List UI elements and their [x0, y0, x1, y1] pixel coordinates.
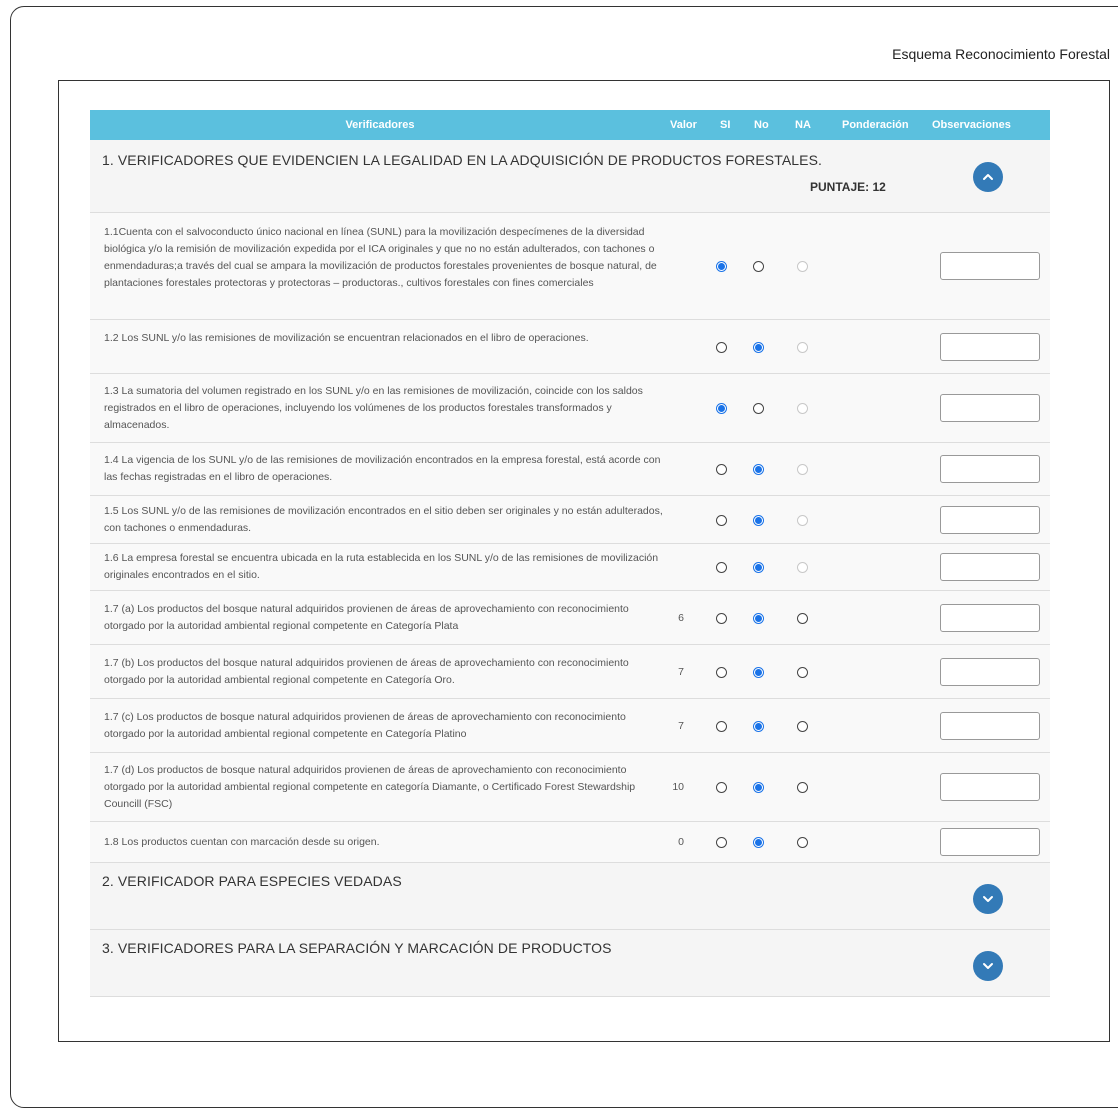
section-3-expand-button[interactable]	[973, 951, 1003, 981]
observaciones-input[interactable]	[940, 828, 1040, 856]
verificador-text: 1.5 Los SUNL y/o de las remisiones de mo…	[104, 505, 663, 534]
chevron-down-icon	[983, 963, 993, 969]
radio-no[interactable]	[753, 782, 764, 793]
observaciones-input[interactable]	[940, 712, 1040, 740]
verificadores-table: Verificadores Valor SI No NA Ponderación…	[90, 110, 1050, 997]
radio-na[interactable]	[797, 782, 808, 793]
section-2-header: 2. VERIFICADOR PARA ESPECIES VEDADAS	[90, 863, 1050, 930]
radio-no[interactable]	[753, 342, 764, 353]
radio-na[interactable]	[797, 261, 808, 272]
radio-no[interactable]	[753, 515, 764, 526]
section-1-collapse-button[interactable]	[973, 162, 1003, 192]
section-1-rows: 1.1Cuenta con el salvoconducto único nac…	[90, 213, 1050, 863]
table-row: 1.6 La empresa forestal se encuentra ubi…	[90, 544, 1050, 591]
table-row: 1.7 (c) Los productos de bosque natural …	[90, 699, 1050, 753]
chevron-down-icon	[983, 896, 993, 902]
verificador-text: 1.7 (b) Los productos del bosque natural…	[104, 657, 629, 686]
table-row: 1.8 Los productos cuentan con marcación …	[90, 822, 1050, 863]
header-si: SI	[720, 119, 731, 131]
observaciones-input[interactable]	[940, 604, 1040, 632]
radio-na[interactable]	[797, 837, 808, 848]
observaciones-input[interactable]	[940, 455, 1040, 483]
observaciones-input[interactable]	[940, 252, 1040, 280]
radio-na[interactable]	[797, 515, 808, 526]
table-row: 1.4 La vigencia de los SUNL y/o de las r…	[90, 443, 1050, 496]
radio-no[interactable]	[753, 667, 764, 678]
header-valor: Valor	[670, 119, 697, 131]
radio-si[interactable]	[716, 342, 727, 353]
table-row: 1.3 La sumatoria del volumen registrado …	[90, 374, 1050, 443]
table-row: 1.1Cuenta con el salvoconducto único nac…	[90, 213, 1050, 320]
observaciones-input[interactable]	[940, 394, 1040, 422]
radio-si[interactable]	[716, 667, 727, 678]
verificador-text: 1.4 La vigencia de los SUNL y/o de las r…	[104, 454, 661, 483]
radio-si[interactable]	[716, 403, 727, 414]
radio-no[interactable]	[753, 613, 764, 624]
radio-no[interactable]	[753, 464, 764, 475]
verificador-text: 1.7 (a) Los productos del bosque natural…	[104, 603, 629, 632]
section-2-expand-button[interactable]	[973, 884, 1003, 914]
valor-cell: 7	[678, 666, 684, 678]
radio-no[interactable]	[753, 837, 764, 848]
header-ponderacion: Ponderación	[842, 119, 909, 131]
table-row: 1.7 (d) Los productos de bosque natural …	[90, 753, 1050, 822]
page-heading: Esquema Reconocimiento Forestal	[892, 46, 1110, 62]
verificador-text: 1.6 La empresa forestal se encuentra ubi…	[104, 552, 659, 581]
radio-na[interactable]	[797, 403, 808, 414]
radio-no[interactable]	[753, 403, 764, 414]
section-3-header: 3. VERIFICADORES PARA LA SEPARACIÓN Y MA…	[90, 930, 1050, 997]
table-row: 1.7 (a) Los productos del bosque natural…	[90, 591, 1050, 645]
section-1-score: PUNTAJE: 12	[810, 180, 886, 194]
verificador-text: 1.7 (c) Los productos de bosque natural …	[104, 711, 626, 740]
verificador-text: 1.8 Los productos cuentan con marcación …	[104, 836, 380, 848]
table-header: Verificadores Valor SI No NA Ponderación…	[90, 110, 1050, 140]
radio-si[interactable]	[716, 515, 727, 526]
observaciones-input[interactable]	[940, 658, 1040, 686]
radio-si[interactable]	[716, 613, 727, 624]
valor-cell: 0	[678, 836, 684, 848]
verificador-text: 1.1Cuenta con el salvoconducto único nac…	[104, 226, 657, 289]
radio-na[interactable]	[797, 667, 808, 678]
radio-no[interactable]	[753, 562, 764, 573]
radio-si[interactable]	[716, 782, 727, 793]
table-row: 1.5 Los SUNL y/o de las remisiones de mo…	[90, 496, 1050, 544]
header-observaciones: Observaciones	[932, 119, 1011, 131]
table-row: 1.7 (b) Los productos del bosque natural…	[90, 645, 1050, 699]
chevron-up-icon	[983, 174, 993, 180]
verificador-text: 1.3 La sumatoria del volumen registrado …	[104, 385, 643, 431]
radio-no[interactable]	[753, 261, 764, 272]
radio-si[interactable]	[716, 721, 727, 732]
radio-na[interactable]	[797, 613, 808, 624]
section-2-title: 2. VERIFICADOR PARA ESPECIES VEDADAS	[102, 873, 402, 889]
section-1-title: 1. VERIFICADORES QUE EVIDENCIEN LA LEGAL…	[102, 152, 823, 168]
radio-na[interactable]	[797, 464, 808, 475]
radio-si[interactable]	[716, 464, 727, 475]
radio-na[interactable]	[797, 562, 808, 573]
verificador-text: 1.7 (d) Los productos de bosque natural …	[104, 764, 636, 810]
verificador-text: 1.2 Los SUNL y/o las remisiones de movil…	[104, 332, 589, 344]
observaciones-input[interactable]	[940, 553, 1040, 581]
section-1-header: 1. VERIFICADORES QUE EVIDENCIEN LA LEGAL…	[90, 140, 1050, 213]
valor-cell: 10	[672, 781, 684, 793]
header-na: NA	[795, 119, 811, 131]
header-verificadores: Verificadores	[345, 119, 415, 131]
section-3-title: 3. VERIFICADORES PARA LA SEPARACIÓN Y MA…	[102, 940, 612, 956]
radio-no[interactable]	[753, 721, 764, 732]
radio-na[interactable]	[797, 721, 808, 732]
radio-si[interactable]	[716, 261, 727, 272]
observaciones-input[interactable]	[940, 506, 1040, 534]
radio-na[interactable]	[797, 342, 808, 353]
observaciones-input[interactable]	[940, 773, 1040, 801]
radio-si[interactable]	[716, 837, 727, 848]
valor-cell: 7	[678, 720, 684, 732]
table-row: 1.2 Los SUNL y/o las remisiones de movil…	[90, 320, 1050, 374]
header-no: No	[754, 119, 769, 131]
radio-si[interactable]	[716, 562, 727, 573]
observaciones-input[interactable]	[940, 333, 1040, 361]
valor-cell: 6	[678, 612, 684, 624]
